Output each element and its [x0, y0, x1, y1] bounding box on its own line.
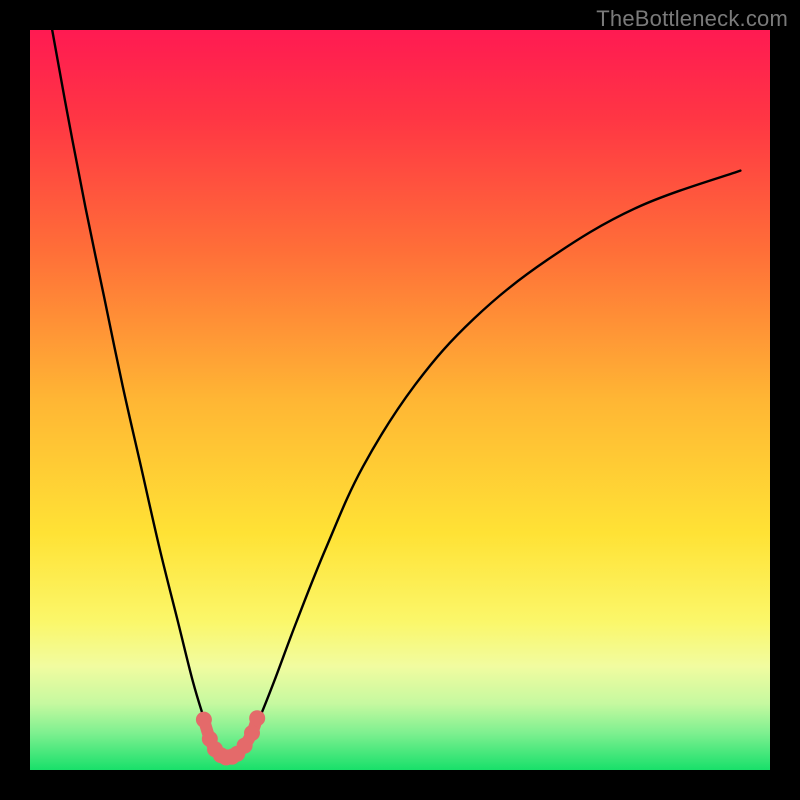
valley-marker	[249, 710, 265, 726]
watermark-text: TheBottleneck.com	[596, 6, 788, 32]
chart-background	[30, 30, 770, 770]
chart-frame	[30, 30, 770, 770]
valley-marker	[196, 712, 212, 728]
valley-marker	[244, 725, 260, 741]
chart-svg	[30, 30, 770, 770]
